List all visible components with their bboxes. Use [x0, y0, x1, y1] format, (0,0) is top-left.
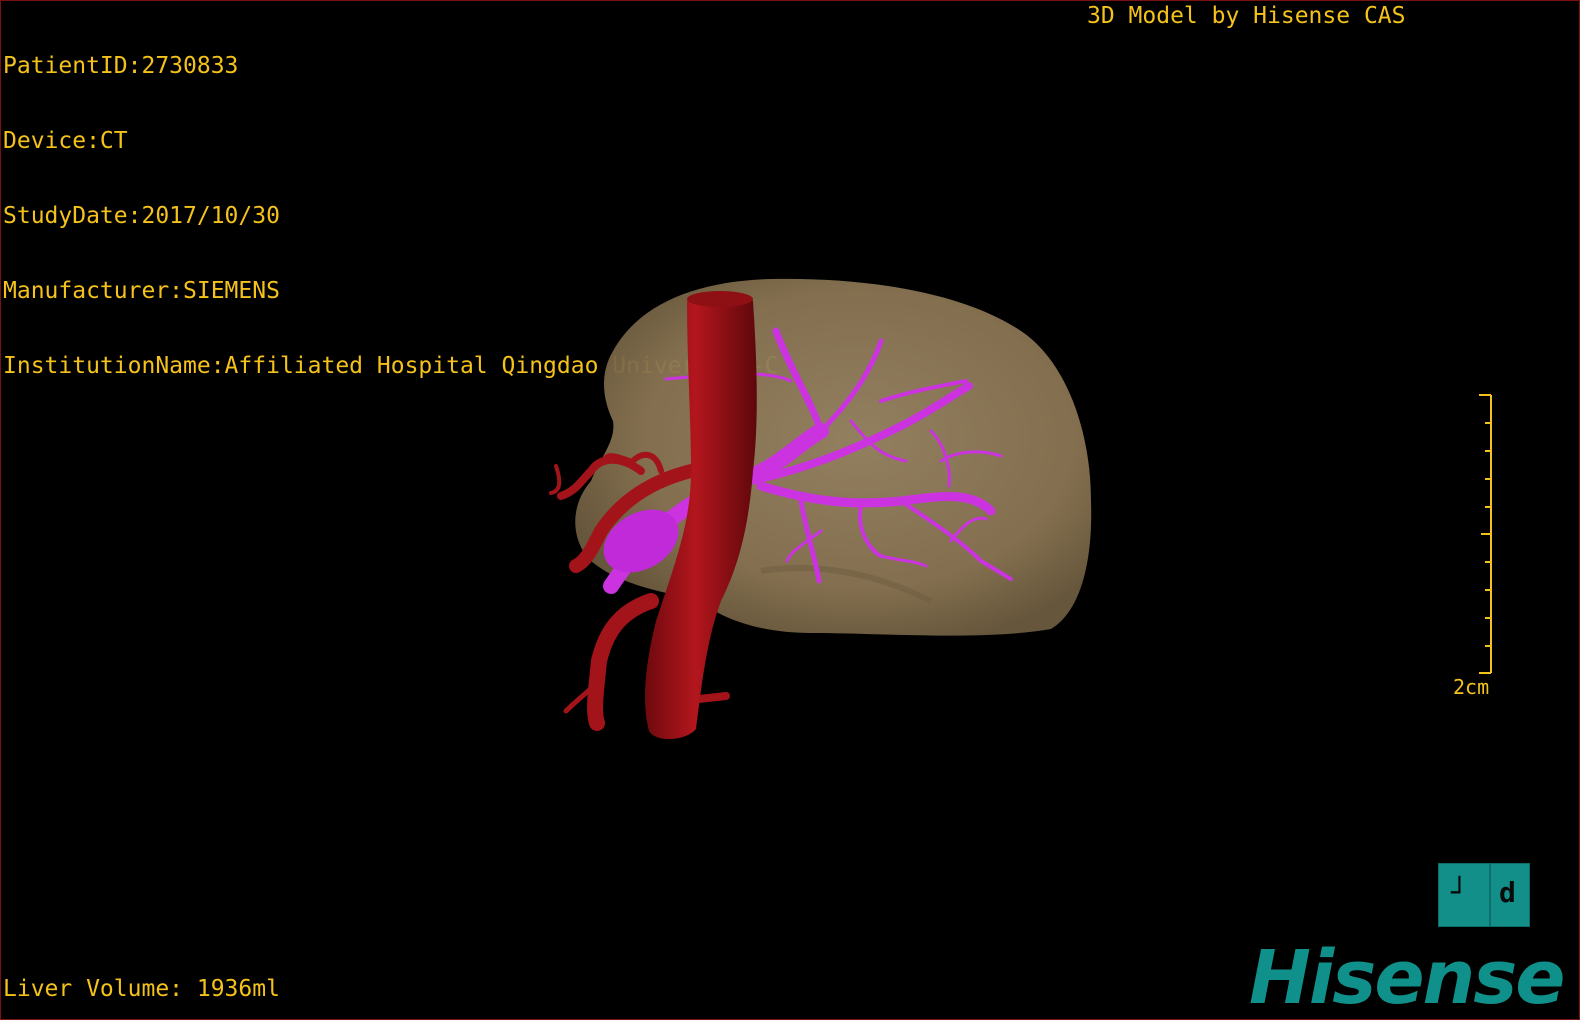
scale-bar-ruler — [1479, 394, 1492, 674]
hisense-logo: Hisense — [1249, 935, 1565, 1020]
orientation-right-label: d — [1499, 876, 1516, 909]
scale-bar-label: 2cm — [1453, 675, 1490, 699]
orientation-cube-divider — [1489, 864, 1491, 926]
liver-volume-text: Liver Volume: 1936ml — [3, 976, 280, 1002]
3d-render-viewport[interactable]: PatientID:2730833 Device:CT StudyDate:20… — [0, 0, 1580, 1020]
liver-3d-model[interactable] — [1, 1, 1579, 1019]
orientation-left-label: ┘ — [1451, 876, 1468, 909]
ivc-top-opening — [687, 291, 753, 307]
orientation-cube-icon[interactable]: ┘ d — [1438, 863, 1530, 927]
